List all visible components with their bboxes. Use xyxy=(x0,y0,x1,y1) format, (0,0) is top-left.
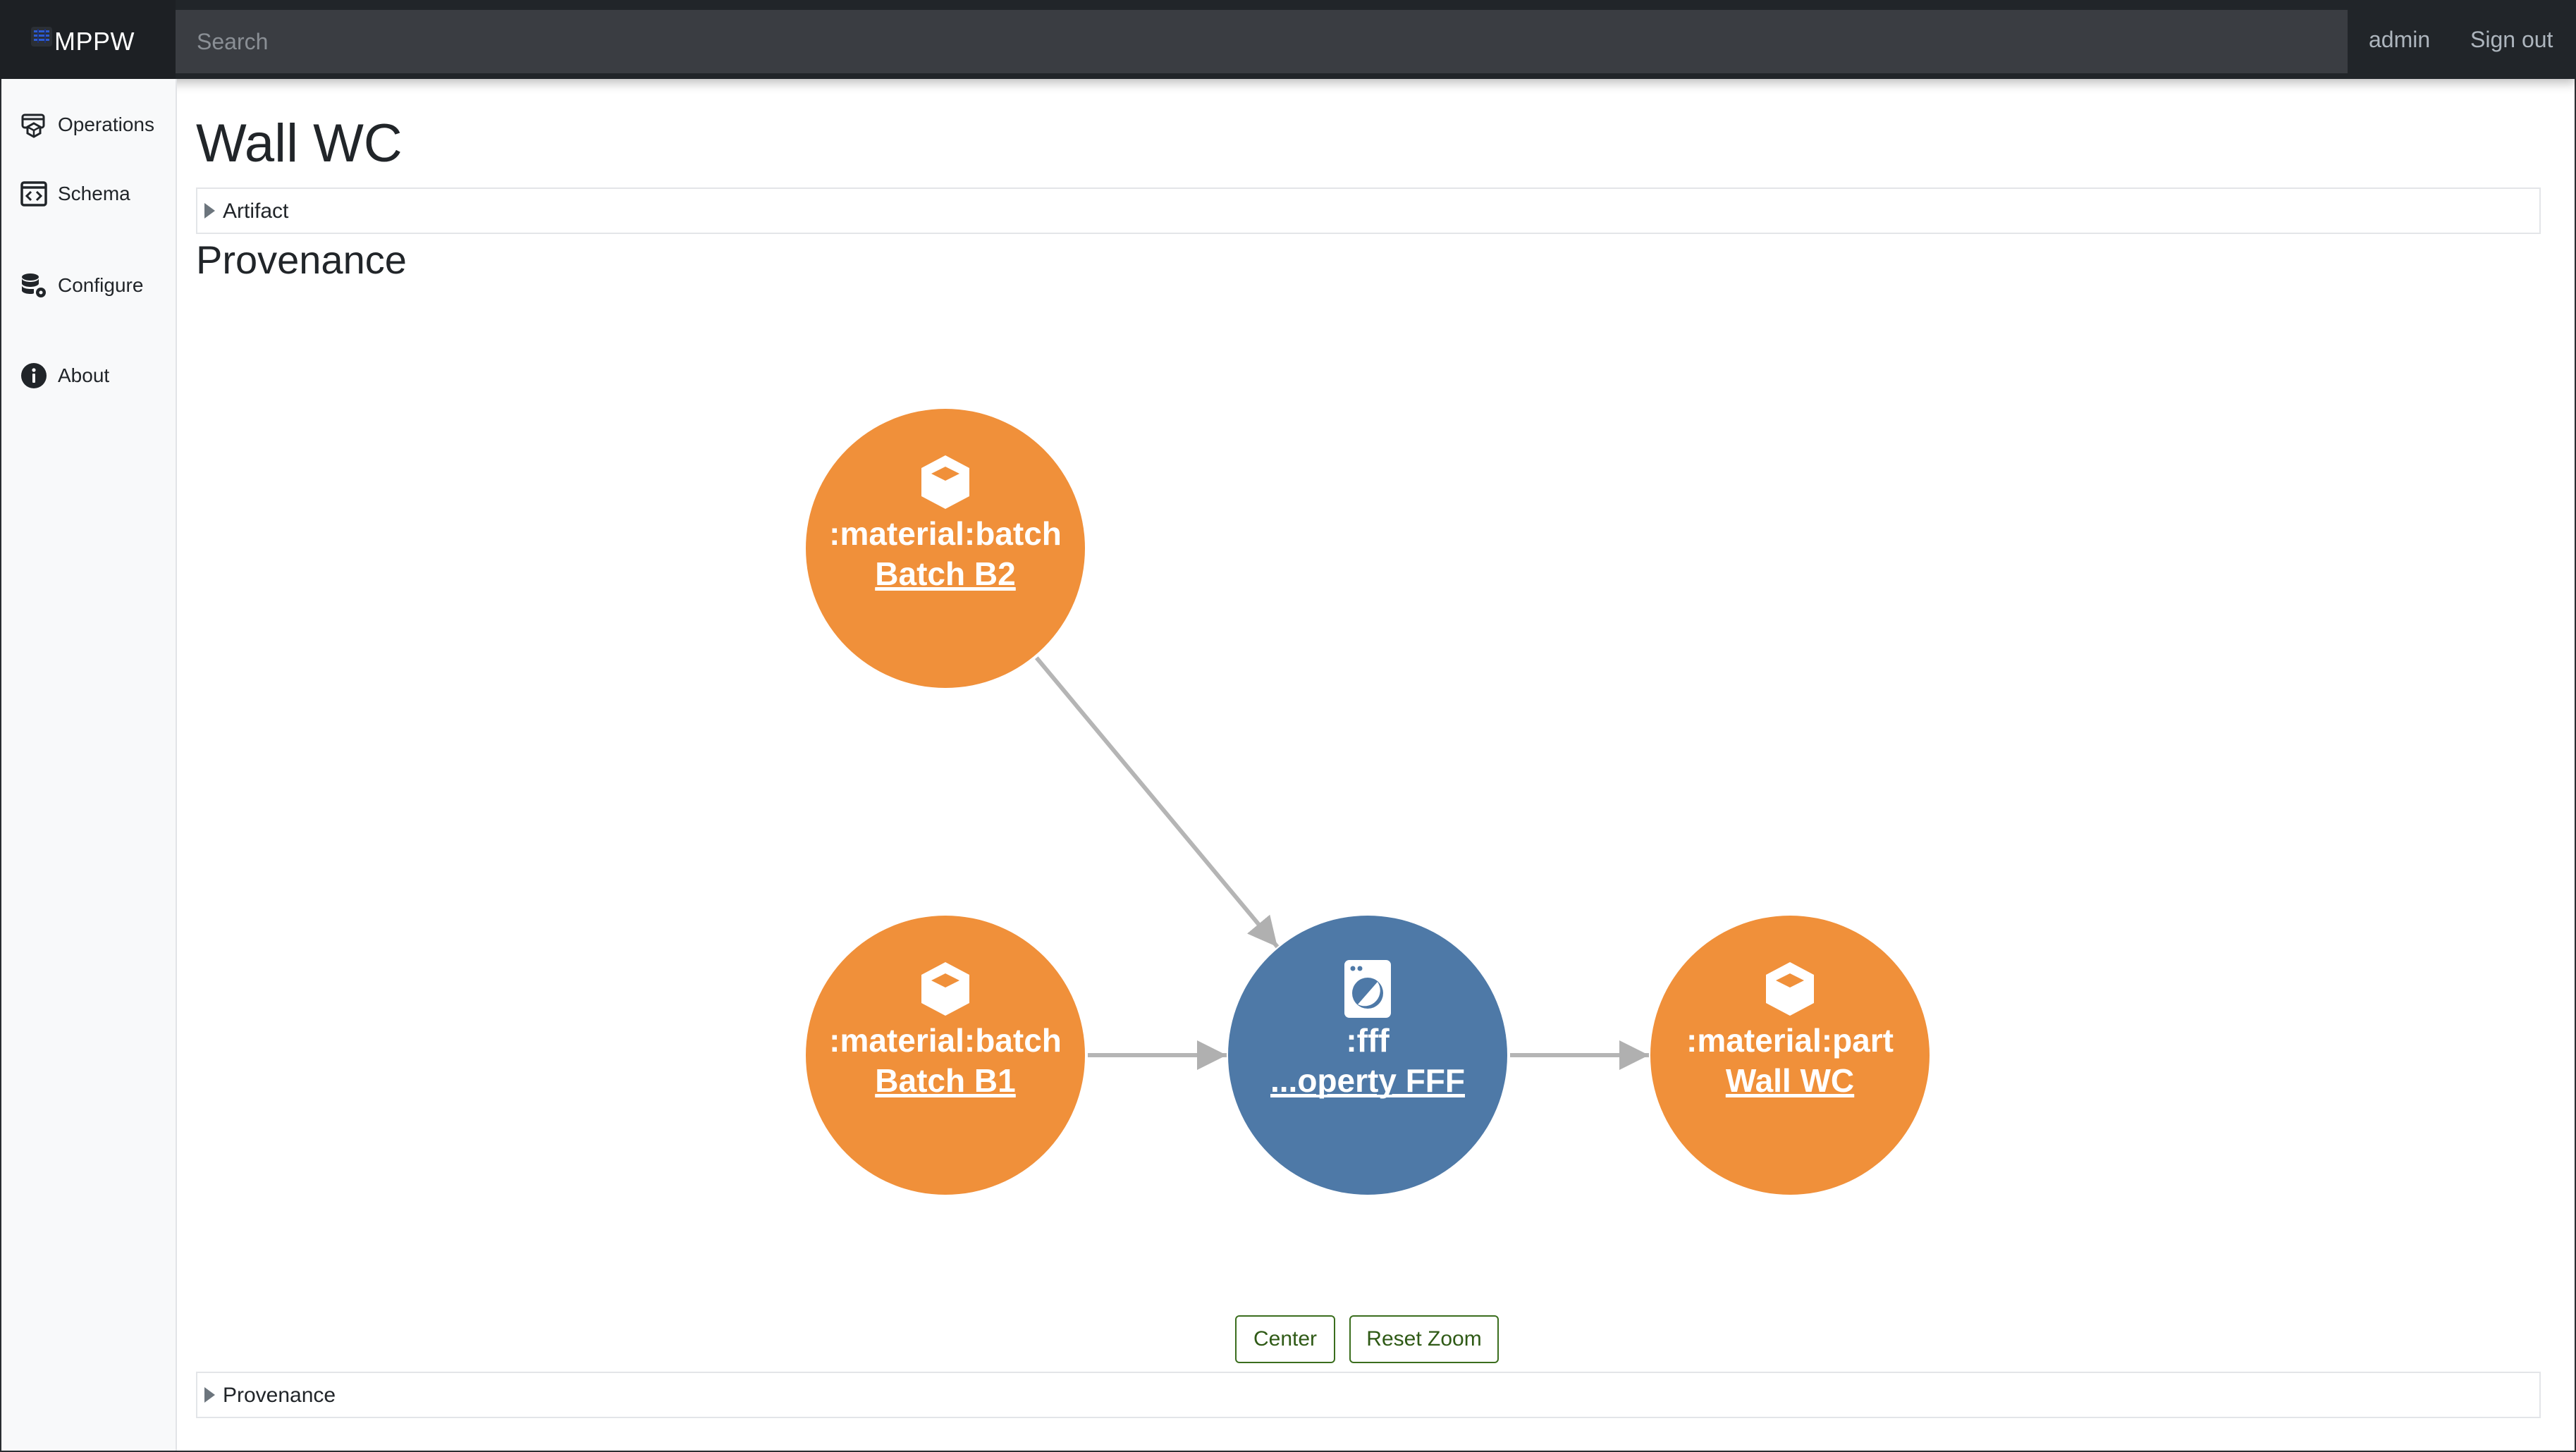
graph-edge-b2-fff xyxy=(1034,656,1280,949)
node-link[interactable]: Batch B1 xyxy=(875,1062,1015,1099)
node-link[interactable]: Batch B2 xyxy=(875,555,1015,592)
node-type-label: :material:batch xyxy=(829,1022,1062,1059)
provenance-summary: Provenance xyxy=(223,1384,336,1407)
graph-node-b2[interactable]: :material:batchBatch B2 xyxy=(806,409,1085,688)
graph-node-fff[interactable]: :fff...operty FFF xyxy=(1228,916,1507,1195)
node-link[interactable]: Wall WC xyxy=(1726,1062,1854,1099)
reset-zoom-button[interactable]: Reset Zoom xyxy=(1349,1315,1499,1363)
node-type-label: :fff xyxy=(1346,1022,1390,1059)
graph-node-b1[interactable]: :material:batchBatch B1 xyxy=(806,916,1085,1195)
washing-machine-icon xyxy=(1344,960,1391,1018)
node-type-label: :material:batch xyxy=(829,515,1062,552)
node-type-label: :material:part xyxy=(1686,1022,1894,1059)
expand-triangle-icon xyxy=(204,1387,215,1403)
center-button[interactable]: Center xyxy=(1235,1315,1335,1363)
node-link[interactable]: ...operty FFF xyxy=(1270,1062,1465,1099)
graph-node-wc[interactable]: :material:partWall WC xyxy=(1650,916,1930,1195)
provenance-graph[interactable]: :material:batchBatch B2:material:batchBa… xyxy=(0,0,2576,1452)
provenance-details[interactable]: Provenance xyxy=(196,1372,2541,1418)
